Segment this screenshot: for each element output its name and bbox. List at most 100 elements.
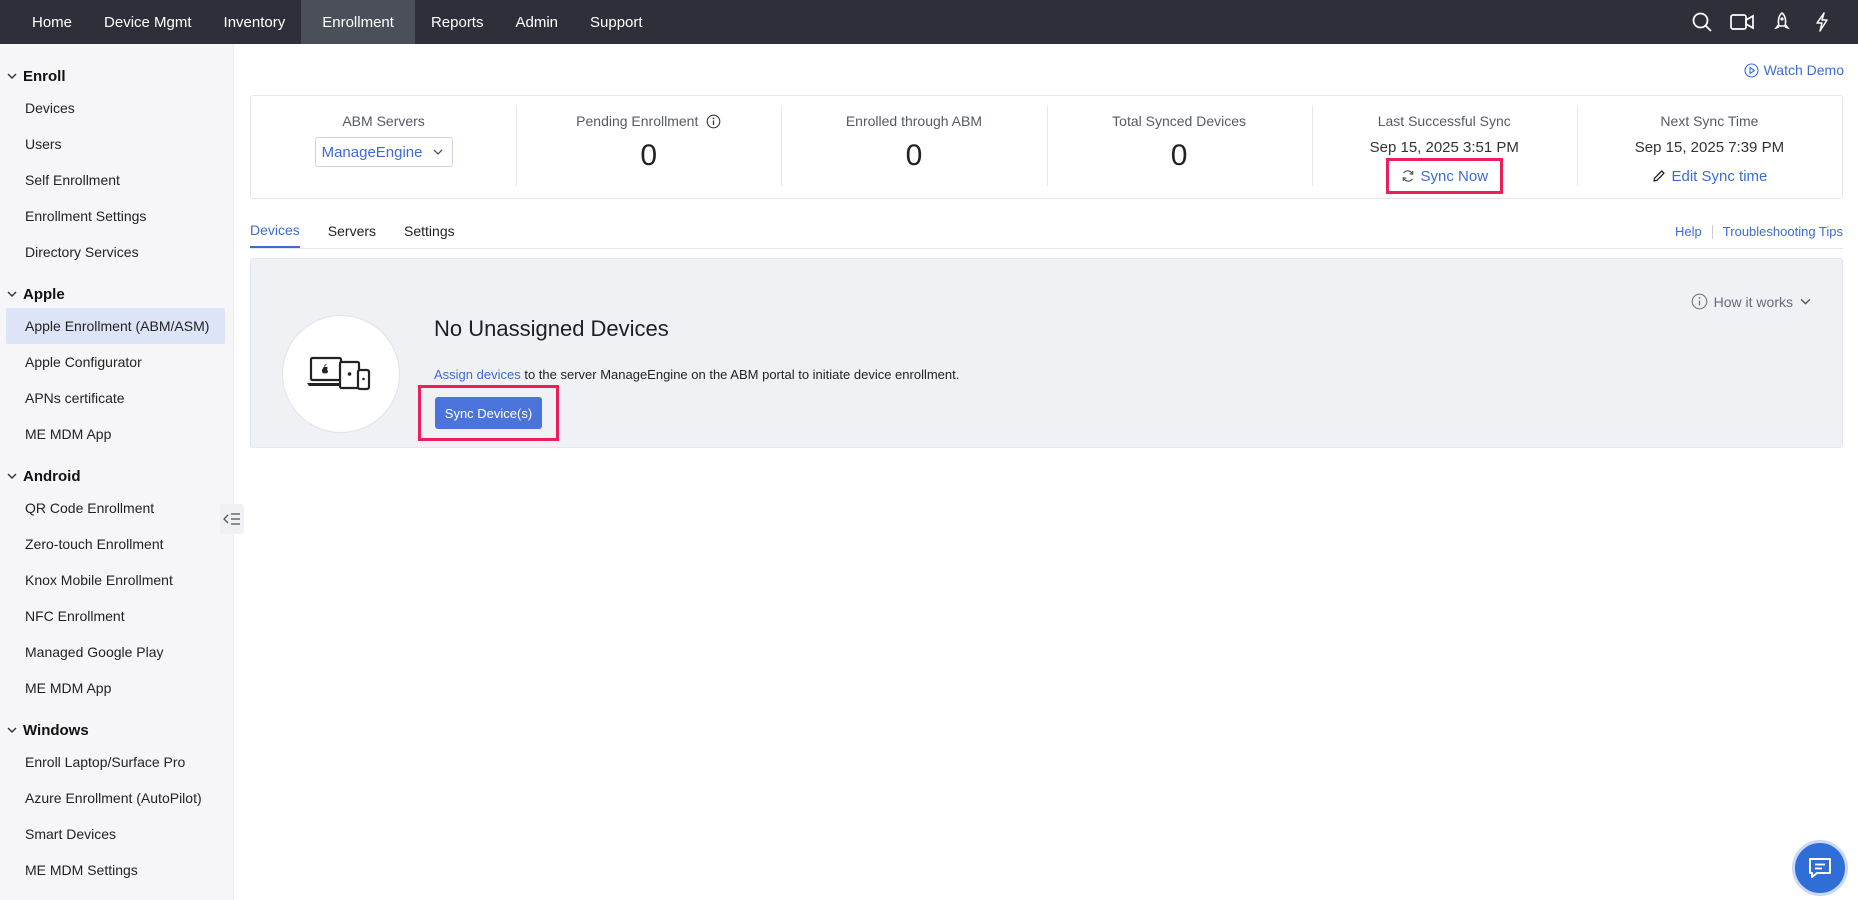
sidebar-item-directory-services[interactable]: Directory Services: [6, 234, 225, 270]
tab-links: Help Troubleshooting Tips: [1675, 224, 1843, 248]
empty-state-description: Assign devices to the server ManageEngin…: [434, 367, 959, 382]
sidebar-group-title: Enroll: [23, 67, 66, 85]
stat-last-sync: Last Successful Sync Sep 15, 2025 3:51 P…: [1311, 96, 1577, 198]
chevron-down-icon: [7, 291, 17, 297]
edit-sync-time-button[interactable]: Edit Sync time: [1640, 158, 1780, 194]
sidebar-item-devices[interactable]: Devices: [6, 90, 225, 126]
nav-device-mgmt[interactable]: Device Mgmt: [88, 0, 208, 44]
chevron-down-icon: [7, 73, 17, 79]
main-content: Watch Demo ABM Servers ManageEngine Pend…: [234, 44, 1858, 900]
nav-enrollment[interactable]: Enrollment: [301, 0, 415, 44]
sidebar-group-enroll: Enroll Devices Users Self Enrollment Enr…: [0, 62, 233, 270]
sidebar-item-users[interactable]: Users: [6, 126, 225, 162]
sidebar-group-header[interactable]: Enroll: [0, 62, 233, 90]
sidebar-item-me-mdm-settings[interactable]: ME MDM Settings: [6, 852, 225, 888]
sidebar-item-nfc-enrollment[interactable]: NFC Enrollment: [6, 598, 225, 634]
watch-demo-link[interactable]: Watch Demo: [1744, 62, 1844, 78]
stats-bar: ABM Servers ManageEngine Pending Enrollm…: [250, 95, 1843, 199]
video-icon[interactable]: [1728, 8, 1756, 36]
chat-button[interactable]: [1792, 840, 1848, 896]
sidebar-group-apple: Apple Apple Enrollment (ABM/ASM) Apple C…: [0, 280, 233, 452]
sidebar-item-me-mdm-app-android[interactable]: ME MDM App: [6, 670, 225, 706]
rocket-icon[interactable]: [1768, 8, 1796, 36]
empty-state-text: to the server ManageEngine on the ABM po…: [520, 367, 960, 382]
sidebar-item-azure-enrollment[interactable]: Azure Enrollment (AutoPilot): [6, 780, 225, 816]
sidebar-item-qr-code-enrollment[interactable]: QR Code Enrollment: [6, 490, 225, 526]
tab-bar: Devices Servers Settings Help Troublesho…: [250, 215, 1843, 249]
tab-settings[interactable]: Settings: [404, 223, 455, 248]
play-circle-icon: [1744, 62, 1759, 78]
stat-label: Pending Enrollment: [576, 113, 699, 129]
stat-pending-enrollment: Pending Enrollment 0: [516, 96, 781, 198]
sidebar-group-android: Android QR Code Enrollment Zero-touch En…: [0, 462, 233, 706]
how-it-works-label: How it works: [1713, 293, 1793, 310]
divider: [1711, 224, 1713, 239]
watch-demo-label: Watch Demo: [1763, 62, 1844, 78]
sidebar-item-enrollment-settings[interactable]: Enrollment Settings: [6, 198, 225, 234]
collapse-sidebar-icon[interactable]: [220, 504, 244, 534]
sidebar-group-header[interactable]: Android: [0, 462, 233, 490]
empty-state-panel: No Unassigned Devices Assign devices to …: [250, 258, 1843, 448]
stat-next-sync: Next Sync Time Sep 15, 2025 7:39 PM Edit…: [1576, 96, 1842, 198]
sidebar-item-enroll-laptop[interactable]: Enroll Laptop/Surface Pro: [6, 744, 225, 780]
sidebar-group-title: Apple: [23, 285, 65, 303]
devices-icon: [307, 356, 371, 391]
devices-illustration: [282, 315, 400, 433]
help-link[interactable]: Help: [1675, 224, 1702, 239]
stat-label: Next Sync Time: [1660, 113, 1759, 129]
assign-devices-link[interactable]: Assign devices: [434, 367, 521, 382]
nav-support[interactable]: Support: [574, 0, 659, 44]
tab-devices[interactable]: Devices: [250, 222, 300, 248]
sync-devices-highlight: Sync Device(s): [418, 385, 559, 441]
nav-admin[interactable]: Admin: [499, 0, 574, 44]
sync-devices-button[interactable]: Sync Device(s): [434, 397, 543, 429]
sync-now-button[interactable]: Sync Now: [1385, 158, 1504, 194]
last-sync-time: Sep 15, 2025 3:51 PM: [1369, 139, 1519, 156]
sidebar-group-header[interactable]: Apple: [0, 280, 233, 308]
sidebar-item-apple-configurator[interactable]: Apple Configurator: [6, 344, 225, 380]
sidebar-item-knox-mobile-enrollment[interactable]: Knox Mobile Enrollment: [6, 562, 225, 598]
abm-server-select[interactable]: ManageEngine: [314, 137, 453, 167]
stat-value[interactable]: 0: [906, 139, 923, 173]
next-sync-time: Sep 15, 2025 7:39 PM: [1634, 139, 1785, 156]
stat-value[interactable]: 0: [1171, 139, 1188, 173]
chevron-down-icon: [7, 473, 17, 479]
sidebar-item-apple-enrollment[interactable]: Apple Enrollment (ABM/ASM): [6, 308, 225, 344]
empty-state-title: No Unassigned Devices: [434, 316, 669, 341]
how-it-works-toggle[interactable]: How it works: [1691, 293, 1812, 310]
search-icon[interactable]: [1688, 8, 1716, 36]
top-navigation: Home Device Mgmt Inventory Enrollment Re…: [0, 0, 1858, 44]
refresh-icon: [1402, 170, 1413, 182]
troubleshooting-tips-link[interactable]: Troubleshooting Tips: [1723, 224, 1843, 239]
chevron-down-icon: [1800, 298, 1811, 305]
info-icon[interactable]: [706, 114, 721, 129]
sidebar-item-me-mdm-app-apple[interactable]: ME MDM App: [6, 416, 225, 452]
chevron-down-icon: [433, 149, 443, 155]
stat-total-synced: Total Synced Devices 0: [1046, 96, 1312, 198]
info-icon: [1691, 293, 1707, 310]
sync-now-label: Sync Now: [1420, 167, 1489, 185]
sidebar-group-header[interactable]: Windows: [0, 716, 233, 744]
stat-enrolled-abm: Enrolled through ABM 0: [781, 96, 1046, 198]
stat-label: Total Synced Devices: [1112, 113, 1247, 129]
abm-server-selected: ManageEngine: [321, 143, 423, 161]
stat-value[interactable]: 0: [640, 139, 657, 173]
stat-label: Enrolled through ABM: [845, 113, 983, 129]
pencil-icon: [1652, 170, 1665, 182]
sidebar-item-zero-touch-enrollment[interactable]: Zero-touch Enrollment: [6, 526, 225, 562]
sidebar-item-smart-devices[interactable]: Smart Devices: [6, 816, 225, 852]
lightning-icon[interactable]: [1808, 8, 1836, 36]
stat-label: Last Successful Sync: [1377, 113, 1511, 129]
chevron-down-icon: [7, 727, 17, 733]
sidebar-item-self-enrollment[interactable]: Self Enrollment: [6, 162, 225, 198]
tab-servers[interactable]: Servers: [328, 223, 376, 248]
sidebar-item-apns-certificate[interactable]: APNs certificate: [6, 380, 225, 416]
nav-right-tools: [1688, 0, 1858, 44]
sidebar-group-title: Android: [23, 467, 81, 485]
sidebar-item-managed-google-play[interactable]: Managed Google Play: [6, 634, 225, 670]
nav-inventory[interactable]: Inventory: [208, 0, 302, 44]
chat-icon: [1809, 858, 1831, 878]
nav-home[interactable]: Home: [0, 0, 88, 44]
nav-reports[interactable]: Reports: [415, 0, 500, 44]
sidebar-group-title: Windows: [23, 721, 89, 739]
